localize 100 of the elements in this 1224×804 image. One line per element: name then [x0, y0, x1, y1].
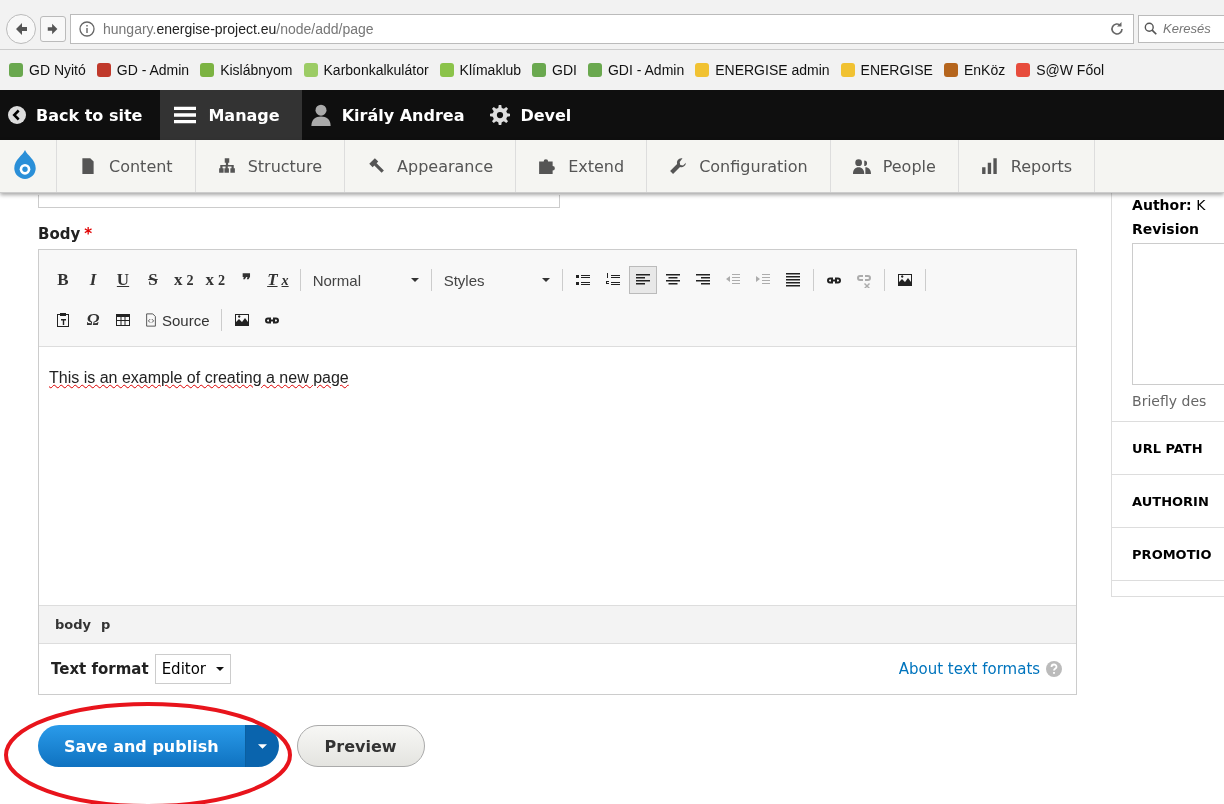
- format-button[interactable]: ❞: [232, 266, 261, 294]
- bookmark-icon: [942, 62, 959, 78]
- toolbar-tab[interactable]: Király Andrea: [301, 90, 483, 140]
- code-file-icon: [144, 313, 158, 327]
- image-icon: [896, 272, 913, 288]
- element-path-item[interactable]: p: [101, 617, 111, 632]
- reload-icon[interactable]: [1109, 20, 1125, 37]
- save-button[interactable]: Save and publish: [38, 725, 245, 767]
- admin-menu-item[interactable]: Configuration: [646, 140, 830, 192]
- format-button[interactable]: B: [49, 266, 77, 294]
- revision-label: Revision: [1132, 221, 1200, 237]
- bookmark-link[interactable]: GD Nyitó: [8, 62, 86, 78]
- align-left-button[interactable]: [628, 266, 657, 294]
- user-icon: [309, 104, 332, 126]
- forward-button[interactable]: [40, 15, 66, 42]
- format-button[interactable]: Ω: [79, 306, 107, 334]
- address-bar[interactable]: hungary.energise-project.eu/node/add/page: [70, 13, 1134, 44]
- admin-menu-item[interactable]: Reports: [957, 140, 1096, 192]
- align-center-icon: [664, 272, 681, 288]
- admin-menu-item[interactable]: Appearance: [344, 140, 516, 192]
- help-icon: [1046, 661, 1063, 677]
- toolbar-tab[interactable]: Back to site: [0, 90, 161, 140]
- bookmark-icon: [199, 62, 216, 78]
- bookmark-icon: [531, 62, 548, 78]
- bookmark-link[interactable]: GD - Admin: [95, 62, 190, 78]
- format-button[interactable]: I: [79, 266, 107, 294]
- body-text: This is an example of creating a new page: [49, 369, 349, 386]
- arrow-right-icon: [46, 21, 60, 36]
- back-button[interactable]: [6, 13, 36, 44]
- source-button[interactable]: Source: [139, 306, 215, 334]
- search-field[interactable]: Keresés: [1138, 14, 1224, 43]
- paste-text-icon: [55, 312, 71, 328]
- align-right-icon: [694, 272, 711, 288]
- bookmark-icon: [1015, 62, 1032, 78]
- bookmark-link[interactable]: GDI: [531, 62, 577, 78]
- puzzle-icon: [538, 157, 557, 175]
- gear-icon: [490, 105, 511, 125]
- wrench-icon: [669, 157, 688, 175]
- caret-icon: [410, 278, 419, 282]
- toolbar-tab[interactable]: Manage: [160, 90, 302, 140]
- bookmark-link[interactable]: Klímaklub: [438, 62, 522, 78]
- bookmark-link[interactable]: Kislábnyom: [199, 62, 293, 78]
- bookmark-icon: [438, 62, 455, 78]
- back-circle-icon: [8, 106, 26, 124]
- format-dropdown[interactable]: Styles: [437, 266, 556, 294]
- required-marker: *: [84, 225, 93, 243]
- bookmark-icon: [302, 62, 319, 78]
- bookmark-link[interactable]: EnKöz: [942, 62, 1006, 78]
- image-icon: [233, 312, 250, 328]
- bookmark-icon: [8, 62, 24, 78]
- bulleted-list-icon: [574, 272, 591, 288]
- unlink-icon: [855, 272, 872, 288]
- bookmark-link[interactable]: S@W Főol: [1015, 62, 1105, 78]
- admin-menu-item[interactable]: People: [829, 140, 958, 192]
- element-path-item[interactable]: body: [55, 617, 92, 632]
- revision-log-field[interactable]: [1132, 243, 1224, 385]
- help-link[interactable]: About text formats: [898, 660, 1041, 678]
- bookmark-icon: [694, 62, 711, 78]
- hammer-icon: [367, 157, 386, 175]
- bar-chart-icon: [980, 157, 999, 175]
- bookmark-icon: [95, 62, 112, 78]
- people-icon: [852, 157, 871, 175]
- revision-hint: Briefly des: [1132, 393, 1208, 409]
- section-toggle[interactable]: PROMOTIO: [1132, 546, 1212, 562]
- info-icon: [79, 20, 95, 37]
- format-button[interactable]: U: [109, 266, 137, 294]
- text-format-select[interactable]: Editor: [154, 654, 232, 684]
- format-button[interactable]: S: [139, 266, 167, 294]
- bookmark-link[interactable]: GDI - Admin: [586, 62, 685, 78]
- field-label: Body: [38, 225, 81, 243]
- admin-menu-item[interactable]: Extend: [515, 140, 647, 192]
- admin-menu-item[interactable]: Structure: [194, 140, 345, 192]
- caret-icon: [541, 278, 550, 282]
- document-icon: [79, 157, 97, 175]
- author-text: Author: K: [1132, 197, 1207, 213]
- justify-icon: [784, 272, 801, 288]
- table-icon: [115, 312, 131, 328]
- editor-text-area[interactable]: This is an example of creating a new page: [39, 347, 1077, 605]
- bookmark-link[interactable]: ENERGISE admin: [694, 62, 830, 78]
- bookmark-icon: [839, 62, 856, 78]
- admin-menu-item[interactable]: Content: [56, 140, 195, 192]
- align-left-icon: [634, 272, 651, 288]
- search-icon: [1144, 21, 1158, 36]
- section-toggle[interactable]: URL PATH: [1132, 440, 1203, 456]
- bookmark-link[interactable]: ENERGISE: [839, 62, 933, 78]
- numbered-list-icon: [604, 272, 621, 288]
- format-dropdown[interactable]: Normal: [306, 266, 425, 294]
- bookmark-link[interactable]: Karbonkalkulátor: [302, 62, 429, 78]
- toolbar-tab[interactable]: Devel: [482, 90, 590, 140]
- caret-icon: [216, 667, 225, 671]
- caret-icon: [257, 743, 267, 749]
- menu-icon: [172, 104, 199, 126]
- bookmark-icon: [586, 62, 603, 78]
- section-toggle[interactable]: AUTHORIN: [1132, 493, 1209, 509]
- hierarchy-icon: [217, 157, 236, 175]
- link-icon: [825, 276, 842, 284]
- title-input-field[interactable]: [38, 195, 560, 208]
- preview-button[interactable]: Preview: [296, 725, 425, 767]
- link-icon: [263, 316, 280, 324]
- drop-logo-icon[interactable]: [12, 150, 38, 180]
